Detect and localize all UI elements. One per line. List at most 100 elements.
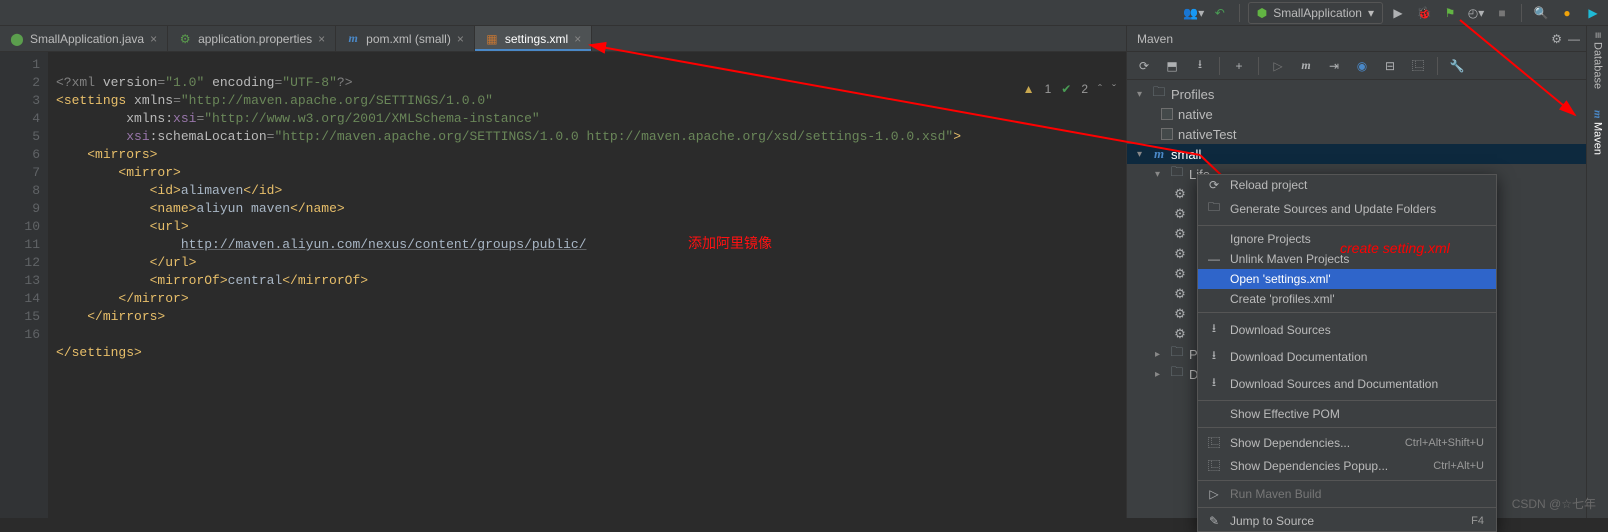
reload-icon[interactable]: ⟳ (1133, 55, 1155, 77)
tree-small[interactable]: ▾ m small (1127, 144, 1586, 164)
mi-dl-both[interactable]: ⭳Download Sources and Documentation (1198, 370, 1496, 397)
maven-toolbar: ⟳ ⬒ ⭳ + ▷ m ⇥ ◉ ⊟ ⿺ 🔧 (1127, 52, 1586, 80)
download-icon: ⭳ (1206, 373, 1222, 394)
watermark: CSDN @☆七年 (1512, 495, 1596, 512)
ok-icon: ✔ (1061, 82, 1071, 96)
close-icon[interactable]: × (318, 32, 325, 46)
checkbox[interactable] (1161, 108, 1173, 120)
chevron-down-icon: ▾ (1368, 6, 1374, 20)
coverage-button[interactable]: ⚑ (1439, 2, 1461, 24)
maven-module-icon: m (1152, 147, 1166, 161)
run-config-label: SmallApplication (1273, 6, 1362, 20)
mi-create-profiles[interactable]: Create 'profiles.xml' (1198, 289, 1496, 309)
maven-panel: Maven ⚙ — ⟳ ⬒ ⭳ + ▷ m ⇥ ◉ ⊟ ⿺ 🔧 ▾ 🗀 (1126, 26, 1586, 518)
wrench-icon[interactable]: 🔧 (1446, 55, 1468, 77)
tree-native-test[interactable]: nativeTest (1127, 124, 1586, 144)
folder-icon: 🗀 (1206, 198, 1222, 219)
right-tool-rail: ≡ Database m Maven (1586, 26, 1608, 518)
tab-label: SmallApplication.java (30, 32, 144, 46)
props-icon: ⚙ (178, 32, 192, 46)
diagram-icon: ⿺ (1206, 457, 1222, 474)
stop-button[interactable]: ■ (1491, 2, 1513, 24)
profile-button[interactable]: ◴▾ (1465, 2, 1487, 24)
tab-pom-xml[interactable]: m pom.xml (small) × (336, 26, 475, 51)
gear-icon[interactable]: ⚙ (1551, 32, 1562, 46)
tab-application-properties[interactable]: ⚙ application.properties × (168, 26, 336, 51)
mi-generate[interactable]: 🗀Generate Sources and Update Folders (1198, 195, 1496, 222)
minus-icon: — (1206, 252, 1222, 266)
rail-database[interactable]: ≡ Database (1592, 32, 1604, 90)
mi-jump-source[interactable]: ✎Jump to SourceF4 (1198, 511, 1496, 531)
folder-icon: 🗀 (1170, 347, 1184, 361)
maven-icon: m (1592, 110, 1604, 119)
mi-dl-docs[interactable]: ⭳Download Documentation (1198, 343, 1496, 370)
user-icon[interactable]: 👥▾ (1183, 2, 1205, 24)
mi-run-maven: ▷Run Maven Build (1198, 484, 1496, 504)
close-icon[interactable]: × (457, 32, 464, 46)
top-toolbar: 👥▾ ↶ ⬢ SmallApplication ▾ ▶ 🐞 ⚑ ◴▾ ■ 🔍 ●… (0, 0, 1608, 26)
tree-profiles[interactable]: ▾ 🗀 Profiles (1127, 84, 1586, 104)
run-button[interactable]: ▶ (1387, 2, 1409, 24)
gear-icon: ⚙ (1173, 287, 1187, 301)
edit-icon: ✎ (1206, 514, 1222, 528)
download-icon[interactable]: ⭳ (1189, 55, 1211, 77)
run-config-selector[interactable]: ⬢ SmallApplication ▾ (1248, 2, 1383, 24)
editor-area: ⬤ SmallApplication.java × ⚙ application.… (0, 26, 1126, 518)
annotation-add-mirror: 添加阿里镜像 (688, 236, 772, 254)
run-config-icon: ⬢ (1257, 6, 1267, 20)
close-icon[interactable]: × (574, 32, 581, 46)
back-icon[interactable]: ↶ (1209, 2, 1231, 24)
diagram-icon: ⿺ (1206, 434, 1222, 451)
close-icon[interactable]: × (150, 32, 157, 46)
maven-panel-title: Maven ⚙ — (1127, 26, 1586, 52)
xml-icon: ▦ (485, 32, 499, 46)
chevron-down-icon: ▾ (1155, 169, 1165, 180)
code-content[interactable]: <?xml version="1.0" encoding="UTF-8"?> <… (48, 52, 1126, 518)
target-icon[interactable]: ◉ (1351, 55, 1373, 77)
maven-icon: m (346, 32, 360, 46)
generate-icon[interactable]: ⬒ (1161, 55, 1183, 77)
sync-icon[interactable]: ● (1556, 2, 1578, 24)
mi-reload[interactable]: ⟳Reload project (1198, 175, 1496, 195)
checkbox[interactable] (1161, 128, 1173, 140)
add-icon[interactable]: + (1228, 55, 1250, 77)
tab-settings-xml[interactable]: ▦ settings.xml × (475, 26, 592, 51)
mi-ignore[interactable]: Ignore Projects (1198, 229, 1496, 249)
gear-icon: ⚙ (1173, 207, 1187, 221)
maven-m-icon[interactable]: m (1295, 55, 1317, 77)
debug-button[interactable]: 🐞 (1413, 2, 1435, 24)
tab-label: pom.xml (small) (366, 32, 451, 46)
chevron-down-icon: ▾ (1137, 149, 1147, 160)
warning-count: 1 (1045, 82, 1052, 96)
folder-icon: 🗀 (1170, 367, 1184, 381)
editor-tabs: ⬤ SmallApplication.java × ⚙ application.… (0, 26, 1126, 52)
mi-dl-sources[interactable]: ⭳Download Sources (1198, 316, 1496, 343)
minimize-icon[interactable]: — (1568, 32, 1580, 46)
chevron-down-icon[interactable]: ˇ (1112, 82, 1116, 96)
run-icon[interactable]: ▷ (1267, 55, 1289, 77)
editor-body[interactable]: 12345678910111213141516 <?xml version="1… (0, 52, 1126, 518)
tab-small-application[interactable]: ⬤ SmallApplication.java × (0, 26, 168, 51)
ide-icon[interactable]: ▶ (1582, 2, 1604, 24)
editor-inspection-status[interactable]: ▲ 1 ✔ 2 ˆ ˇ (1023, 82, 1116, 96)
chevron-down-icon: ▾ (1137, 89, 1147, 100)
toggle-icon[interactable]: ⇥ (1323, 55, 1345, 77)
diagram-icon[interactable]: ⿺ (1407, 55, 1429, 77)
gear-icon: ⚙ (1173, 187, 1187, 201)
mi-unlink[interactable]: —Unlink Maven Projects (1198, 249, 1496, 269)
tab-label: application.properties (198, 32, 312, 46)
mi-effective-pom[interactable]: Show Effective POM (1198, 404, 1496, 424)
chevron-right-icon: ▸ (1155, 349, 1165, 360)
gear-icon: ⚙ (1173, 227, 1187, 241)
gutter: 12345678910111213141516 (0, 52, 48, 518)
tree-native[interactable]: native (1127, 104, 1586, 124)
chevron-up-icon[interactable]: ˆ (1098, 82, 1102, 96)
warning-icon: ▲ (1023, 82, 1035, 96)
collapse-icon[interactable]: ⊟ (1379, 55, 1401, 77)
mi-show-deps[interactable]: ⿺Show Dependencies...Ctrl+Alt+Shift+U (1198, 431, 1496, 454)
search-icon[interactable]: 🔍 (1530, 2, 1552, 24)
rail-maven[interactable]: m Maven (1592, 110, 1604, 156)
ok-count: 2 (1081, 82, 1088, 96)
mi-show-deps-popup[interactable]: ⿺Show Dependencies Popup...Ctrl+Alt+U (1198, 454, 1496, 477)
mi-open-settings[interactable]: Open 'settings.xml' (1198, 269, 1496, 289)
